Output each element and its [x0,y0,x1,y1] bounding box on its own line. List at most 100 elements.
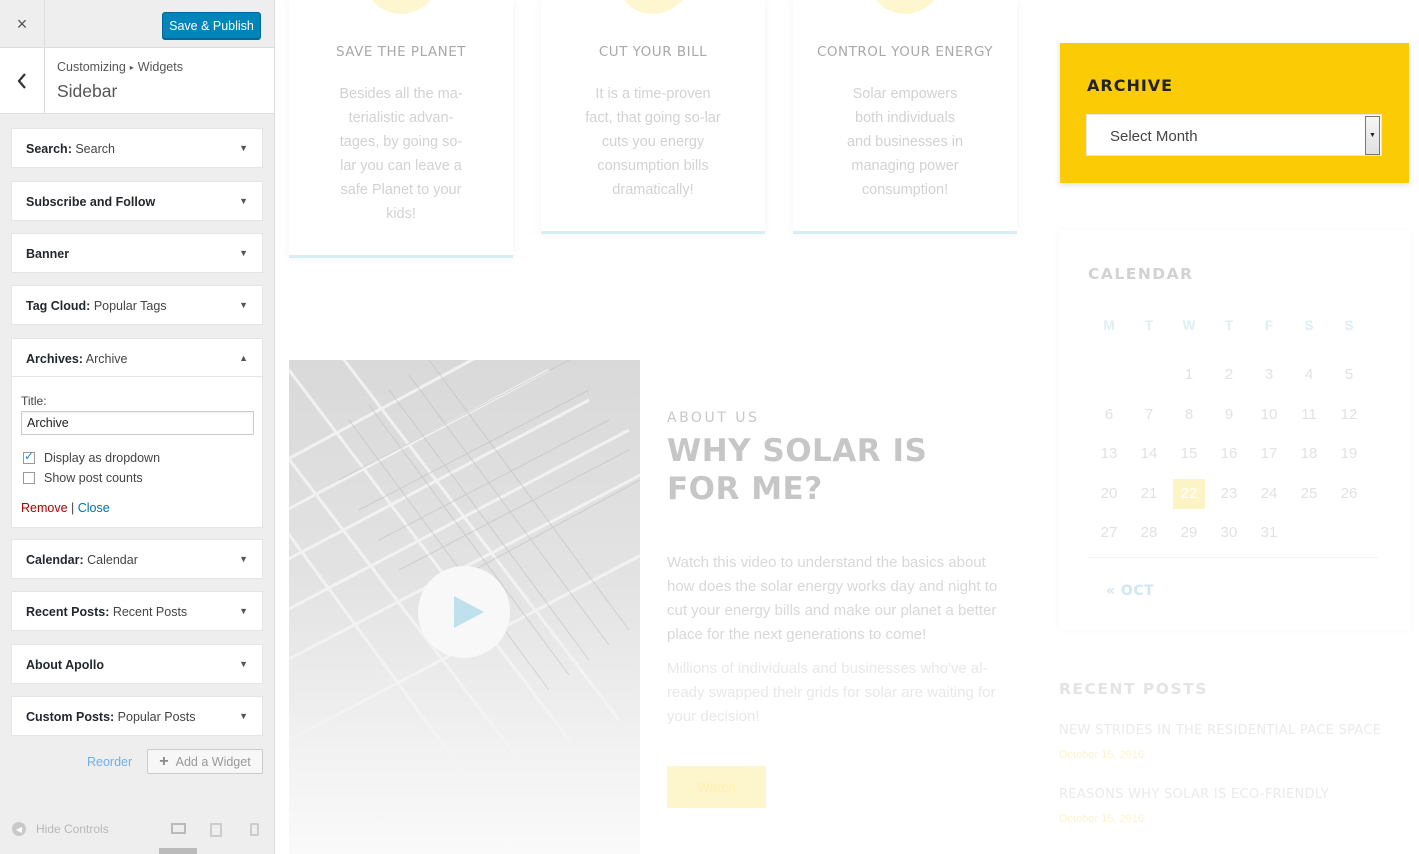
calendar-day: 16 [1220,445,1238,462]
calendar-weekday: T [1224,318,1234,333]
widget-type: Recent Posts: [26,605,110,619]
calendar-weekday: S [1344,318,1354,333]
widget-title: Calendar [83,553,138,567]
show-counts-checkbox[interactable] [23,472,35,484]
recent-post-link[interactable]: REASONS WHY SOLAR IS ECO-FRIENDLY [1059,787,1329,802]
breadcrumb: Customizing ▸ Widgets [57,60,183,74]
active-device-indicator [159,848,197,854]
widget-type: Tag Cloud: [26,299,91,313]
feature-title: CUT YOUR BILL [598,44,708,60]
tablet-preview-icon[interactable] [210,823,222,837]
about-label: ABOUT US [667,410,760,426]
add-widget-button[interactable]: + Add a Widget [147,749,263,774]
hide-controls-button[interactable]: ◀ Hide Controls [12,822,109,836]
recent-post-link[interactable]: NEW STRIDES IN THE RESIDENTIAL PACE SPAC… [1059,723,1381,738]
dropdown-arrow-icon[interactable]: ▼ [1365,116,1380,155]
expand-arrow-icon[interactable]: ▼ [239,196,248,206]
remove-link[interactable]: Remove [21,501,68,515]
archive-widget-title: ARCHIVE [1087,76,1174,95]
collapse-arrow-icon[interactable]: ▲ [239,353,248,363]
play-button-icon[interactable] [418,566,510,658]
widget-type: About Apollo [26,658,104,672]
calendar-day: 20 [1100,484,1118,502]
widget-title: Search [71,142,115,156]
display-dropdown-checkbox[interactable] [23,449,35,464]
widget-archives-open: Archives: Archive ▲ Title: Archive Displ… [11,338,263,528]
mobile-preview-icon[interactable] [250,823,259,836]
widget-subscribe-follow[interactable]: Subscribe and Follow ▼ [11,181,263,221]
calendar-day: 31 [1260,524,1278,541]
show-counts-option[interactable]: Show post counts [23,471,143,485]
recent-post-date: October 15, 2016 [1059,813,1145,825]
expand-arrow-icon[interactable]: ▼ [239,143,248,153]
feature-icon [868,0,942,14]
calendar-day: 18 [1300,445,1318,462]
video-thumbnail [289,360,640,854]
feature-title: CONTROL YOUR ENERGY [817,44,993,60]
widget-tag-cloud[interactable]: Tag Cloud: Popular Tags ▼ [11,285,263,325]
calendar-day: 19 [1340,445,1358,462]
calendar-day: 2 [1224,366,1234,383]
calendar-day: 25 [1300,484,1318,502]
widget-about-apollo[interactable]: About Apollo ▼ [11,644,263,684]
month-select[interactable]: Select Month ▼ [1086,114,1382,156]
calendar-day: 27 [1100,524,1118,541]
back-arrow-icon[interactable] [0,48,45,113]
widget-banner[interactable]: Banner ▼ [11,233,263,273]
feature-card: SAVE THE PLANET Besides all the ma-teria… [289,0,513,258]
calendar-day: 24 [1260,484,1278,502]
expand-arrow-icon[interactable]: ▼ [239,606,248,616]
calendar-weekday: S [1304,318,1314,333]
calendar-day: 15 [1180,445,1198,462]
calendar-day: 10 [1260,405,1278,423]
widget-type: Calendar: [26,553,84,567]
widget-actions: Remove | Close [21,501,110,515]
widget-title: Popular Tags [90,299,167,313]
calendar-day: 4 [1304,366,1314,383]
title-input[interactable]: Archive [21,411,254,435]
widget-calendar[interactable]: Calendar: Calendar ▼ [11,539,263,579]
desktop-preview-icon[interactable] [171,823,186,834]
close-link[interactable]: Close [78,501,110,515]
calendar-day: 11 [1301,405,1317,423]
expand-arrow-icon[interactable]: ▼ [239,554,248,564]
calendar-prev-link[interactable]: « OCT [1106,583,1154,599]
breadcrumb-root: Customizing [57,60,126,74]
breadcrumb-current: Widgets [137,60,183,74]
reorder-link[interactable]: Reorder [87,755,132,769]
add-widget-label: Add a Widget [175,754,251,769]
calendar-day: 23 [1220,484,1238,502]
plus-icon: + [159,752,169,770]
widget-custom-posts[interactable]: Custom Posts: Popular Posts ▼ [11,696,263,736]
widget-archives-header[interactable]: Archives: Archive ▲ [12,339,262,377]
feature-text: Besides all the ma-terialistic advan-tag… [339,86,463,222]
calendar-day: 13 [1100,445,1118,462]
widget-title: Archive [82,352,128,366]
watch-button[interactable]: Watch [667,766,766,808]
calendar-day: 7 [1144,405,1154,423]
calendar-widget: CALENDAR M T W T F S S 1 2 3 4 5 6 7 8 9 10 11 12 13 14 15 16 1… [1059,230,1410,630]
close-icon[interactable]: × [0,0,45,48]
title-field-label: Title: [21,394,47,408]
divider [1088,557,1378,558]
calendar-day: 9 [1224,405,1234,423]
widget-search[interactable]: Search: Search ▼ [11,128,263,168]
feature-icon [364,0,438,14]
expand-arrow-icon[interactable]: ▼ [239,300,248,310]
calendar-day: 17 [1260,445,1278,462]
expand-arrow-icon[interactable]: ▼ [239,659,248,669]
expand-arrow-icon[interactable]: ▼ [239,711,248,721]
calendar-weekday: T [1144,318,1154,333]
widget-type: Custom Posts: [26,710,115,724]
about-title: WHY SOLAR IS FOR ME? [667,433,928,507]
archive-widget: ARCHIVE Select Month ▼ [1060,43,1409,183]
recent-posts-title: RECENT POSTS [1059,680,1208,698]
widget-recent-posts[interactable]: Recent Posts: Recent Posts ▼ [11,591,263,631]
save-publish-button[interactable]: Save & Publish [162,12,261,39]
calendar-weekday: F [1264,318,1274,333]
display-dropdown-option[interactable]: Display as dropdown [23,449,160,465]
expand-arrow-icon[interactable]: ▼ [239,248,248,258]
about-paragraph: Millions of individuals and businesses w… [667,660,996,725]
widget-type: Subscribe and Follow [26,195,156,209]
calendar-day: 30 [1220,524,1238,541]
